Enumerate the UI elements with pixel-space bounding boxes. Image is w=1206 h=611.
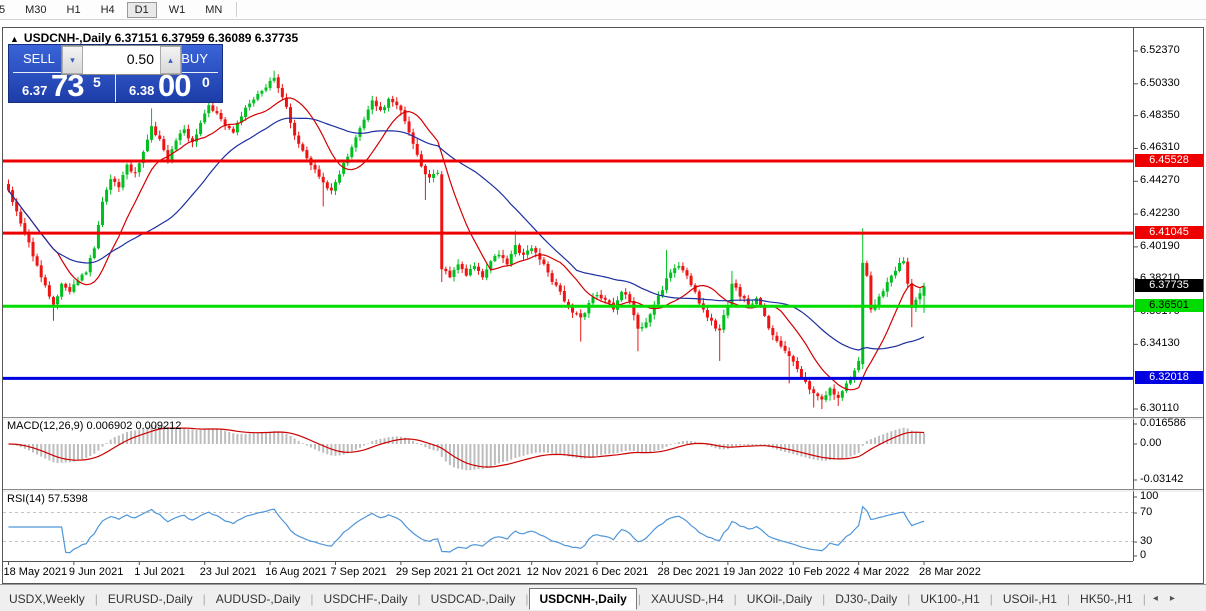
scroll-left-button[interactable]: ◂ (1147, 593, 1164, 604)
tab-separator: | (1066, 591, 1071, 606)
tab-xauusd-h4[interactable]: XAUUSD-,H4 (642, 589, 733, 609)
chart-symbol-period: USDCNH-,Daily (23, 31, 112, 45)
tab-separator: | (907, 591, 911, 606)
chart-title: ▲ USDCNH-,Daily 6.37151 6.37959 6.36089 6… (10, 31, 298, 45)
trade-panel-prices: 6.37 73 5 6.38 00 0 (9, 68, 222, 103)
rsi-indicator-label: RSI(14) 57.5398 (7, 493, 88, 505)
tab-separator: | (989, 591, 993, 606)
rsi-title: RSI(14) (7, 493, 45, 505)
rsi-value: 57.5398 (47, 493, 88, 505)
tab-separator: | (525, 591, 529, 606)
scroll-right-button[interactable]: ▸ (1164, 593, 1181, 604)
collapse-icon[interactable]: ▲ (10, 34, 19, 44)
volume-input[interactable]: 0.50 (83, 46, 160, 74)
tab-audusd-daily[interactable]: AUDUSD-,Daily (207, 589, 310, 609)
tab-separator: | (822, 591, 826, 606)
tab-separator: | (417, 591, 421, 606)
tab-usdchf-daily[interactable]: USDCHF-,Daily (315, 589, 417, 609)
tab-usdcad-daily[interactable]: USDCAD-,Daily (422, 589, 525, 609)
buy-price-prefix: 6.38 (129, 83, 155, 98)
tab-separator: | (94, 591, 98, 606)
tab-usoil-h1[interactable]: USOil-,H1 (994, 589, 1066, 609)
buy-price-area[interactable]: 6.38 00 0 (116, 68, 222, 103)
macd-signal-value: 0.009212 (135, 420, 182, 432)
tab-ukoil-daily[interactable]: UKOil-,Daily (738, 589, 821, 609)
tab-usdcnh-daily[interactable]: USDCNH-,Daily (529, 587, 637, 610)
tab-uk100-h1[interactable]: UK100-,H1 (911, 589, 988, 609)
tab-separator: | (733, 591, 737, 606)
sell-price-prefix: 6.37 (22, 83, 48, 98)
sell-price-area[interactable]: 6.37 73 5 (9, 68, 116, 103)
sell-price-sup: 5 (93, 74, 101, 90)
tab-hk50-h1[interactable]: HK50-,H1 (1071, 589, 1142, 609)
sell-button[interactable]: SELL (23, 51, 55, 66)
buy-button[interactable]: BUY (181, 51, 208, 66)
buy-price-sup: 0 (202, 74, 210, 90)
one-click-trading-panel: SELL BUY ▾ 0.50 ▴ 6.37 73 5 6.38 00 0 (8, 44, 223, 103)
tab-separator: | (637, 591, 641, 606)
chart-tab-bar: USDX,Weekly | EURUSD-,Daily | AUDUSD-,Daily |… (0, 584, 1206, 611)
tab-separator: | (1142, 591, 1146, 606)
tab-eurusd-daily[interactable]: EURUSD-,Daily (99, 589, 202, 609)
tab-separator: | (310, 591, 314, 606)
macd-title: MACD(12,26,9) (7, 420, 84, 432)
sell-price-big: 73 (51, 68, 84, 103)
tab-dj30-daily[interactable]: DJ30-,Daily (826, 589, 906, 609)
application-window: 5M30H1H4D1W1MN ▲USDCNH-,Daily 6.37151 6.… (0, 0, 1206, 611)
buy-price-big: 00 (158, 68, 191, 103)
tab-separator: | (202, 591, 206, 606)
macd-main-value: 0.006902 (86, 420, 133, 432)
macd-indicator-label: MACD(12,26,9) 0.006902 0.009212 (7, 420, 181, 432)
tab-usdx-weekly[interactable]: USDX,Weekly (0, 589, 94, 609)
chart-ohlc-values: 6.37151 6.37959 6.36089 6.37735 (114, 31, 299, 45)
